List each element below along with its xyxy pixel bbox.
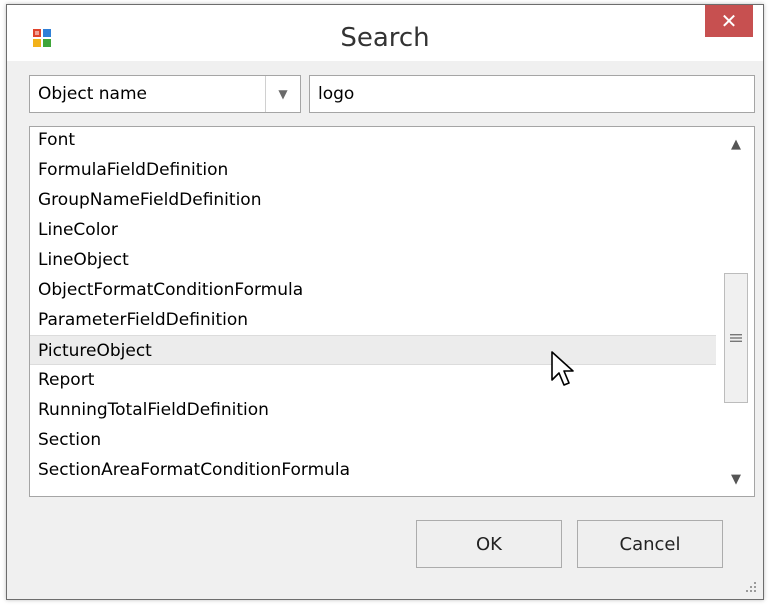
chevron-down-icon[interactable]: ▼	[265, 76, 300, 112]
list-item-selected[interactable]: PictureObject	[30, 335, 716, 365]
search-input[interactable]	[309, 75, 755, 113]
vertical-scrollbar[interactable]: ▲ ▼	[718, 127, 754, 496]
scroll-thumb[interactable]	[724, 273, 748, 403]
list-item[interactable]: RunningTotalFieldDefinition	[30, 395, 716, 425]
grip-lines-icon	[730, 334, 742, 342]
list-item[interactable]: Font	[30, 127, 716, 155]
ok-button[interactable]: OK	[416, 520, 562, 568]
search-field-select[interactable]: Object name ▼	[29, 75, 301, 113]
list-item[interactable]: ObjectFormatConditionFormula	[30, 275, 716, 305]
close-button[interactable]: ✕	[705, 5, 753, 37]
dialog-title: Search	[340, 23, 430, 53]
title-bar[interactable]: Search ✕	[7, 5, 763, 61]
list-item[interactable]: Section	[30, 425, 716, 455]
arrow-up-icon[interactable]: ▲	[718, 129, 754, 159]
list-item[interactable]: LineObject	[30, 245, 716, 275]
mouse-pointer-icon	[551, 351, 574, 386]
resize-grip-icon[interactable]	[741, 577, 759, 595]
list-item[interactable]: ParameterFieldDefinition	[30, 305, 716, 335]
search-field-value: Object name	[38, 84, 147, 104]
list-item[interactable]: GroupNameFieldDefinition	[30, 185, 716, 215]
close-icon: ✕	[720, 9, 738, 33]
arrow-down-icon[interactable]: ▼	[718, 464, 754, 494]
list-item[interactable]: LineColor	[30, 215, 716, 245]
results-list[interactable]: Font FormulaFieldDefinition GroupNameFie…	[29, 126, 755, 497]
cancel-button[interactable]: Cancel	[577, 520, 723, 568]
list-item[interactable]: SectionAreaFormatConditionFormula	[30, 455, 716, 485]
list-item[interactable]: Report	[30, 365, 716, 395]
search-dialog: Search ✕ Object name ▼ Font FormulaField…	[6, 4, 764, 600]
list-item[interactable]: FormulaFieldDefinition	[30, 155, 716, 185]
